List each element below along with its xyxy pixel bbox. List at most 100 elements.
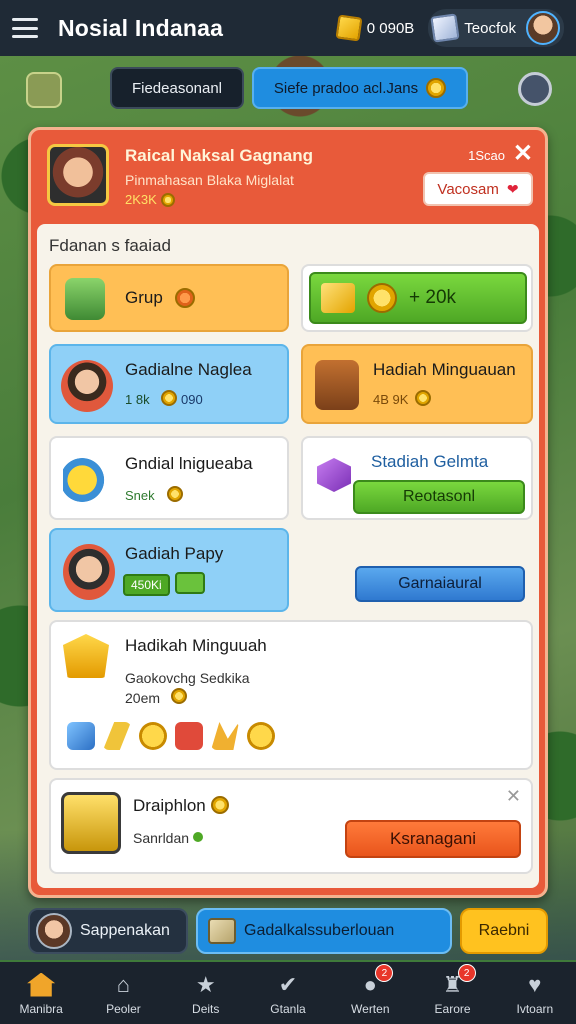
garnaiaural-button[interactable]: Garnaiaural (355, 566, 525, 602)
nav-label: Peoler (106, 1001, 141, 1016)
nav-label: Gtanla (270, 1001, 306, 1016)
nav-label: Earore (434, 1001, 471, 1016)
card-title: Hadiah Minguauan (373, 360, 516, 379)
top-bar: Nosial Indanaa 0 090B Teocfok (0, 0, 576, 56)
card-hadiah-minguauan[interactable]: Hadiah Minguauan 4B 9K (301, 344, 533, 424)
character-icon (63, 544, 115, 600)
card-hadikah[interactable]: Hadikah Minguuah Gaokovchg Sedkika 20em (49, 620, 533, 770)
coin-icon (167, 486, 183, 502)
coin-icon (367, 283, 397, 313)
card-sub: 4B 9K (373, 392, 409, 407)
nav-label: Ivtoarn (516, 1001, 554, 1016)
map-label: Gadalkalssuberlouan (244, 922, 395, 939)
nav-item-trophy[interactable]: ♜ 2 Earore (411, 962, 493, 1024)
card-gadialne[interactable]: Gadialne Naglea 1 8k 090 (49, 344, 289, 424)
card-title: Grup (125, 288, 163, 307)
close-icon[interactable]: ✕ (513, 142, 533, 166)
section-title: Fdanan s faaiad (49, 236, 171, 255)
nav-item-home[interactable]: Manibra (0, 962, 82, 1024)
claim-reward-button[interactable]: + 20k (309, 272, 527, 324)
nav-label: Werten (351, 1001, 390, 1016)
currency-amount: 0 090B (366, 19, 415, 37)
nav-item-star[interactable]: ★ Deits (165, 962, 247, 1024)
star-icon: ★ (195, 971, 216, 997)
trophy-icon (61, 792, 121, 854)
nav-label: Manibra (19, 1001, 63, 1016)
yellow-action-button[interactable]: Raebni (460, 908, 548, 954)
coin-icon (175, 288, 195, 308)
card-stadiah[interactable]: Stadiah Gelmta Reotasonl (301, 436, 533, 520)
panel-content: Fdanan s faaiad Grup + 20k Gadialne Nagl… (37, 224, 539, 888)
gift-icon (175, 722, 203, 750)
map-button[interactable]: Gadalkalssuberlouan (196, 908, 452, 954)
player-name: Teocfok (464, 19, 516, 37)
crown-icon (211, 722, 239, 750)
menu-icon[interactable] (12, 18, 38, 38)
draiphion-button[interactable]: Ksranagani (345, 820, 521, 858)
card-title: Stadiah Gelmta (371, 452, 489, 471)
gold-icon (321, 283, 355, 313)
group-icon (65, 278, 105, 320)
header-button[interactable]: Vacosam ❤ (423, 172, 533, 206)
panel-title: Raical Naksal Gagnang (125, 146, 314, 165)
shop-icon: ⌂ (116, 971, 131, 997)
coin-icon (161, 390, 177, 406)
card-line-1: Gaokovchg Sedkika (125, 670, 250, 686)
card-gndial[interactable]: Gndial lnigueaba Snek (49, 436, 289, 520)
cube-icon (430, 13, 460, 43)
home-mini-icon[interactable] (26, 72, 62, 108)
avatar (36, 913, 72, 949)
header-count: 1Scao (468, 148, 505, 163)
tab-blue-button[interactable]: Siefe pradoo acl.Jans (252, 67, 468, 109)
card-draiphion[interactable]: Draiphlon Sanrldan ✕ Ksranagani (49, 778, 533, 874)
heart-icon: ♥ (528, 971, 542, 997)
coin-icon (426, 78, 447, 98)
gold-icon (335, 14, 363, 42)
heart-icon: ❤ (506, 180, 519, 197)
header-button-label: Vacosam (437, 180, 499, 198)
card-sub: Sanrldan (133, 830, 190, 846)
notification-badge: 2 (375, 964, 394, 982)
tab-dark-button[interactable]: Fiedeasonanl (110, 67, 244, 109)
close-icon[interactable]: ✕ (506, 786, 521, 807)
cube-icon (67, 722, 95, 750)
action-bar: Sappenakan Gadalkalssuberlouan Raebni (0, 900, 576, 962)
nav-item-chat[interactable]: ● 2 Werten (329, 962, 411, 1024)
rewards-panel: Raical Naksal Gagnang Pinmahasan Blaka M… (28, 127, 548, 898)
card-title: Hadikah Minguuah (125, 636, 267, 655)
lightning-icon (103, 722, 131, 750)
profile-button[interactable]: Sappenakan (28, 908, 188, 954)
currency-display[interactable]: 0 090B (335, 14, 415, 42)
character-icon (61, 360, 113, 412)
status-badge: 450Ki (123, 574, 170, 596)
coin-icon (160, 192, 175, 207)
coin-icon (211, 796, 229, 814)
map-icon (208, 918, 236, 944)
gear-icon[interactable] (518, 72, 552, 106)
avatar[interactable] (526, 11, 560, 45)
card-sub-2: 090 (181, 392, 203, 407)
coin-icon (139, 722, 167, 750)
card-title: Gndial lnigueaba (125, 454, 253, 473)
card-reward[interactable]: + 20k (301, 264, 533, 332)
card-line-2: 20em (125, 690, 161, 706)
card-title: Gadiah Papy (125, 544, 224, 563)
check-icon: ✔ (278, 971, 298, 997)
player-chip[interactable]: Teocfok (428, 9, 564, 47)
card-sub: 1 8k (125, 392, 150, 407)
stadiah-button[interactable]: Reotasonl (353, 480, 525, 514)
panel-header: Raical Naksal Gagnang Pinmahasan Blaka M… (47, 142, 533, 224)
card-grup[interactable]: Grup (49, 264, 289, 332)
add-button[interactable] (175, 572, 205, 594)
card-gadiah-papy[interactable]: Gadiah Papy 450Ki (49, 528, 289, 612)
nav-item-shop[interactable]: ⌂ Peoler (82, 962, 164, 1024)
profile-label: Sappenakan (80, 922, 170, 939)
coin-icon (171, 688, 187, 704)
reward-amount: + 20k (409, 287, 457, 308)
header-amount-value: 2K3K (125, 192, 157, 207)
nav-item-check[interactable]: ✔ Gtanla (247, 962, 329, 1024)
nav-item-heart[interactable]: ♥ Ivtoarn (494, 962, 576, 1024)
nav-label: Deits (192, 1001, 220, 1016)
coin-icon (247, 722, 275, 750)
panel-subtitle: Pinmahasan Blaka Miglalat (125, 172, 294, 188)
